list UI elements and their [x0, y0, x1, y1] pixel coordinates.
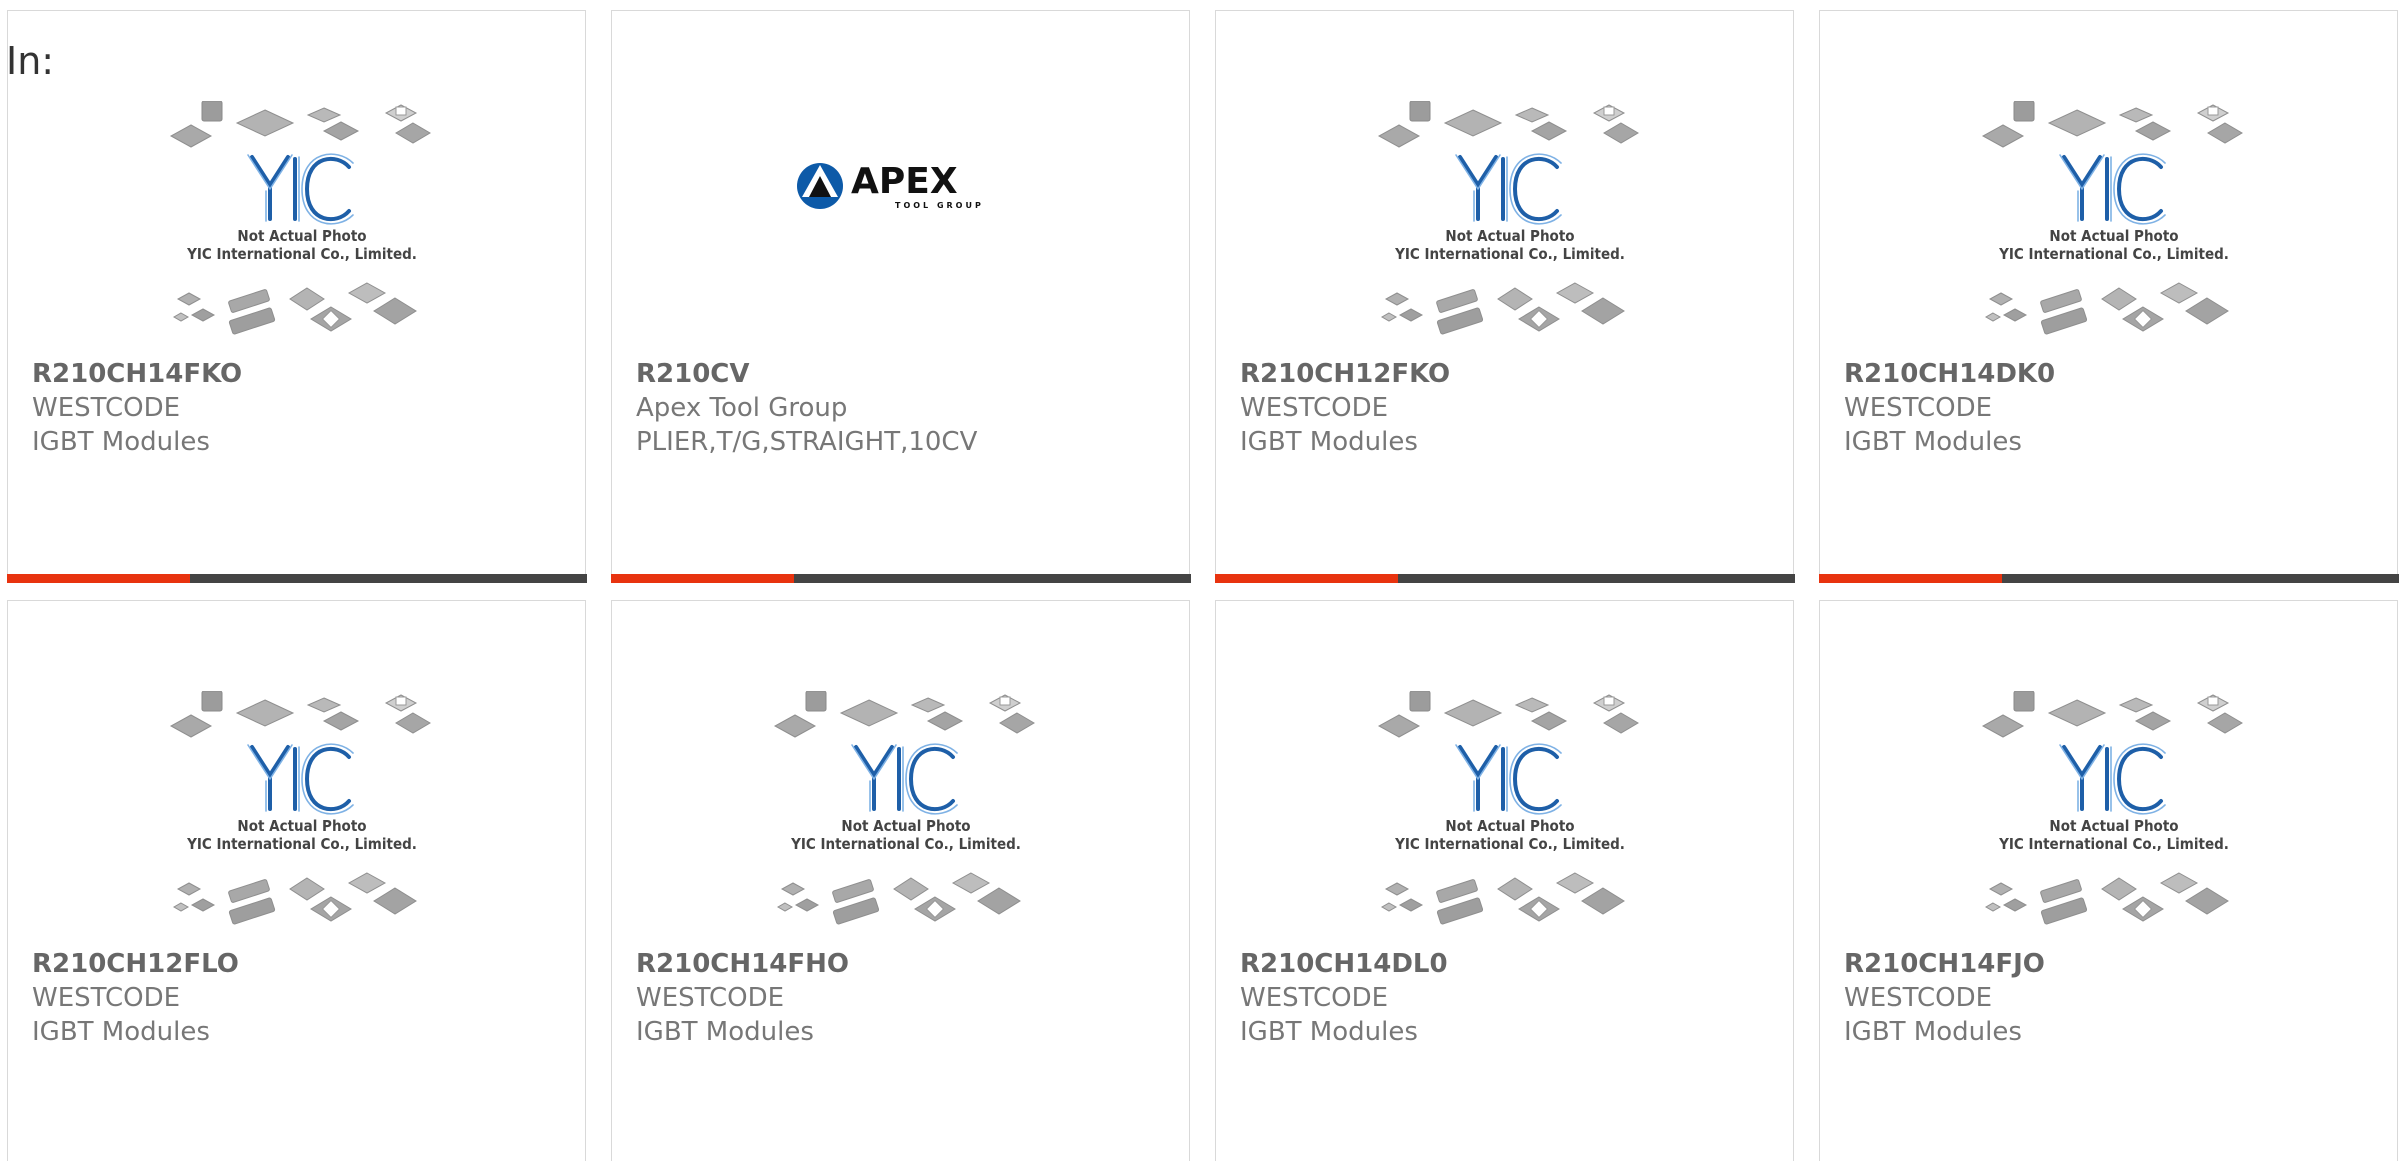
description: IGBT Modules	[1844, 1017, 2022, 1047]
product-card[interactable]: Not Actual Photo YIC International Co., …	[6, 10, 587, 583]
svg-text:Not Actual Photo: Not Actual Photo	[1445, 817, 1574, 835]
product-card[interactable]: Not Actual Photo YIC International Co., …	[1819, 600, 2398, 1161]
product-image: Not Actual Photo YIC International Co., …	[1979, 101, 2249, 351]
part-number: R210CH12FKO	[1240, 359, 1451, 389]
in-label: In:	[6, 39, 55, 83]
apex-logo-tagline: TOOL GROUP	[895, 201, 984, 210]
part-number: R210CH12FLO	[32, 949, 239, 979]
product-grid-page: In: Not Actual Photo YIC International C…	[0, 0, 2400, 1161]
product-card[interactable]: Not Actual Photo YIC International Co., …	[1818, 10, 2399, 583]
description: IGBT Modules	[1240, 427, 1418, 457]
apex-tool-group-logo: APEX TOOL GROUP	[795, 156, 1005, 216]
product-image: Not Actual Photo YIC International Co., …	[167, 691, 437, 941]
card-accent-bar	[1214, 573, 1398, 583]
svg-text:Not Actual Photo: Not Actual Photo	[1445, 227, 1574, 245]
manufacturer: WESTCODE	[1240, 983, 1389, 1013]
product-card[interactable]: Not Actual Photo YIC International Co., …	[611, 600, 1190, 1161]
manufacturer: WESTCODE	[636, 983, 785, 1013]
svg-text:YIC International Co., Limited: YIC International Co., Limited.	[1394, 245, 1625, 263]
product-image: Not Actual Photo YIC International Co., …	[1375, 691, 1645, 941]
manufacturer: Apex Tool Group	[636, 393, 848, 423]
svg-text:YIC International Co., Limited: YIC International Co., Limited.	[790, 835, 1021, 853]
part-number: R210CH14FHO	[636, 949, 849, 979]
part-number: R210CH14DL0	[1240, 949, 1448, 979]
card-footer-bar	[1818, 573, 2399, 583]
svg-text:YIC International Co., Limited: YIC International Co., Limited.	[1998, 245, 2229, 263]
part-number: R210CH14FJO	[1844, 949, 2045, 979]
description: IGBT Modules	[1844, 427, 2022, 457]
svg-text:Not Actual Photo: Not Actual Photo	[2049, 227, 2178, 245]
product-card[interactable]: Not Actual Photo YIC International Co., …	[1215, 600, 1794, 1161]
card-accent-bar	[610, 573, 794, 583]
part-number: R210CH14DK0	[1844, 359, 2056, 389]
svg-text:Not Actual Photo: Not Actual Photo	[2049, 817, 2178, 835]
card-footer-bar	[1214, 573, 1795, 583]
card-footer-bar	[610, 573, 1191, 583]
product-image: Not Actual Photo YIC International Co., …	[1979, 691, 2249, 941]
manufacturer: WESTCODE	[32, 983, 181, 1013]
product-image: Not Actual Photo YIC International Co., …	[771, 691, 1041, 941]
svg-text:Not Actual Photo: Not Actual Photo	[841, 817, 970, 835]
apex-logo-text: APEX	[851, 161, 958, 202]
product-card[interactable]: APEX TOOL GROUP R210CV Apex Tool Group P…	[610, 10, 1191, 583]
part-number: R210CH14FKO	[32, 359, 243, 389]
card-accent-bar	[6, 573, 190, 583]
part-number: R210CV	[636, 359, 750, 389]
description: IGBT Modules	[636, 1017, 814, 1047]
svg-text:YIC International Co., Limited: YIC International Co., Limited.	[186, 835, 417, 853]
description: IGBT Modules	[1240, 1017, 1418, 1047]
description: IGBT Modules	[32, 1017, 210, 1047]
svg-text:Not Actual Photo: Not Actual Photo	[237, 817, 366, 835]
card-accent-bar	[1818, 573, 2002, 583]
product-image: Not Actual Photo YIC International Co., …	[167, 101, 437, 351]
product-image: Not Actual Photo YIC International Co., …	[1375, 101, 1645, 351]
svg-text:YIC International Co., Limited: YIC International Co., Limited.	[186, 245, 417, 263]
product-card[interactable]: Not Actual Photo YIC International Co., …	[7, 600, 586, 1161]
svg-text:YIC International Co., Limited: YIC International Co., Limited.	[1394, 835, 1625, 853]
description: PLIER,T/G,STRAIGHT,10CV	[636, 427, 978, 457]
svg-text:YIC International Co., Limited: YIC International Co., Limited.	[1998, 835, 2229, 853]
card-footer-bar	[6, 573, 587, 583]
product-card[interactable]: Not Actual Photo YIC International Co., …	[1214, 10, 1795, 583]
manufacturer: WESTCODE	[1844, 393, 1993, 423]
manufacturer: WESTCODE	[32, 393, 181, 423]
description: IGBT Modules	[32, 427, 210, 457]
manufacturer: WESTCODE	[1240, 393, 1389, 423]
manufacturer: WESTCODE	[1844, 983, 1993, 1013]
svg-text:Not Actual Photo: Not Actual Photo	[237, 227, 366, 245]
